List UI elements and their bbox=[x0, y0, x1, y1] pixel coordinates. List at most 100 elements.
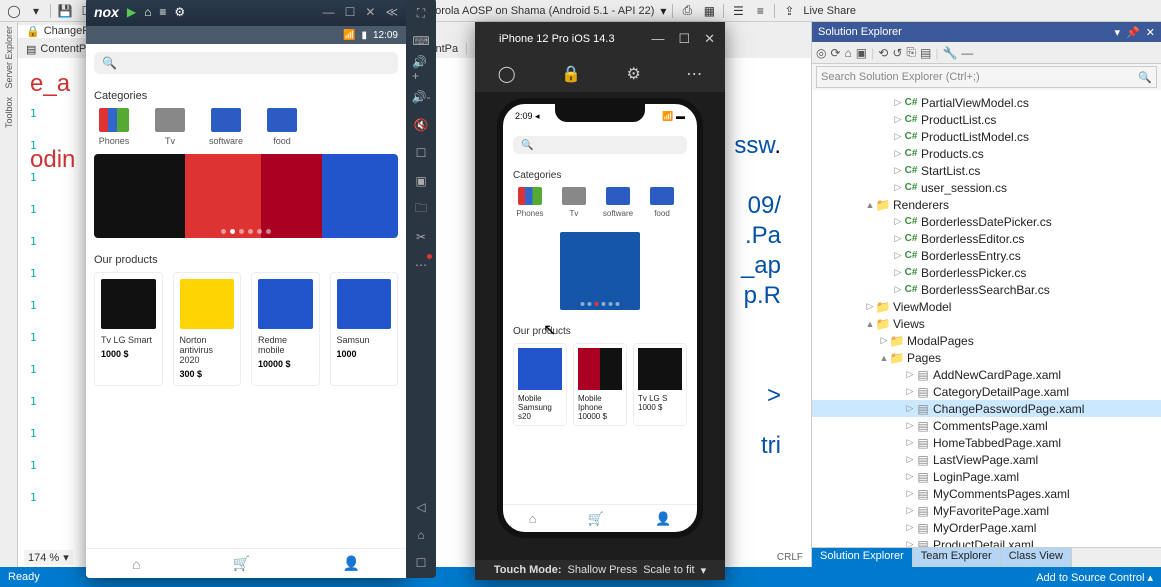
tree-item[interactable]: ▷C#BorderlessPicker.cs bbox=[812, 264, 1161, 281]
close-icon[interactable]: ✕ bbox=[1146, 26, 1155, 39]
category-item[interactable]: Phones bbox=[513, 187, 547, 218]
home-icon[interactable]: ⌂ bbox=[412, 526, 430, 544]
volume-up-icon[interactable]: 🔊+ bbox=[412, 60, 430, 78]
solex-tree[interactable]: ▷C#PartialViewModel.cs▷C#ProductList.cs▷… bbox=[812, 90, 1161, 547]
tree-item[interactable]: ▷C#user_session.cs bbox=[812, 179, 1161, 196]
product-card[interactable]: Norton antivirus 2020300 $ bbox=[173, 272, 242, 386]
product-card[interactable]: Mobile Iphone10000 $ bbox=[573, 343, 627, 426]
home-icon[interactable]: ◎ bbox=[816, 46, 826, 60]
tool-icon[interactable]: ≡ bbox=[752, 3, 768, 19]
tree-item[interactable]: ▷C#ProductList.cs bbox=[812, 111, 1161, 128]
sync-icon[interactable]: ⟲ bbox=[878, 46, 888, 60]
tab-server-explorer[interactable]: Server Explorer bbox=[4, 26, 14, 89]
pin-icon[interactable]: 📌 bbox=[1126, 26, 1140, 39]
tree-item[interactable]: ▷C#PartialViewModel.cs bbox=[812, 94, 1161, 111]
tool-icon[interactable]: ▦ bbox=[701, 3, 717, 19]
menu-icon[interactable]: ≡ bbox=[159, 5, 166, 19]
nox-titlebar[interactable]: nox ▶ ⌂ ≡ ⚙ — ☐ ✕ ≪ bbox=[86, 0, 406, 26]
product-card[interactable]: Samsun1000 bbox=[330, 272, 399, 386]
tree-item[interactable]: ▷▤LoginPage.xaml bbox=[812, 468, 1161, 485]
liveshare-label[interactable]: Live Share bbox=[803, 5, 856, 17]
solex-search[interactable]: Search Solution Explorer (Ctrl+;) 🔍 bbox=[816, 66, 1157, 88]
target-device[interactable]: Motorola AOSP on Shama (Android 5.1 - AP… bbox=[417, 5, 655, 17]
mute-icon[interactable]: 🔇 bbox=[412, 116, 430, 134]
nav-cart-icon[interactable]: 🛒 bbox=[233, 555, 250, 572]
nav-user-icon[interactable]: 👤 bbox=[655, 511, 671, 527]
category-item[interactable]: software bbox=[601, 187, 635, 218]
display-icon[interactable]: ☐ bbox=[412, 144, 430, 162]
nav-home-icon[interactable]: ⌂ bbox=[132, 556, 140, 572]
crlf-label[interactable]: CRLF bbox=[777, 550, 803, 565]
product-card[interactable]: Mobile Samsung s20 bbox=[513, 343, 567, 426]
tab-toolbox[interactable]: Toolbox bbox=[4, 97, 14, 128]
home-icon[interactable]: ▣ bbox=[856, 46, 867, 60]
maximize-icon[interactable]: ☐ bbox=[678, 31, 690, 47]
recents-icon[interactable]: ☐ bbox=[412, 554, 430, 572]
tree-item[interactable]: ▷C#StartList.cs bbox=[812, 162, 1161, 179]
fullscreen-icon[interactable]: ⛶ bbox=[412, 4, 430, 22]
tree-item[interactable]: ▷▤CategoryDetailPage.xaml bbox=[812, 383, 1161, 400]
tree-item[interactable]: ▷▤MyFavoritePage.xaml bbox=[812, 502, 1161, 519]
search-input[interactable]: 🔍 bbox=[513, 136, 687, 154]
tree-item[interactable]: ▷C#Products.cs bbox=[812, 145, 1161, 162]
nav-cart-icon[interactable]: 🛒 bbox=[588, 511, 604, 527]
promo-banner[interactable] bbox=[560, 232, 640, 310]
back-icon[interactable]: ◁ bbox=[412, 498, 430, 516]
category-item[interactable]: Tv bbox=[557, 187, 591, 218]
tree-item[interactable]: ▷▤ProductDetail.xaml bbox=[812, 536, 1161, 547]
tab-team-explorer[interactable]: Team Explorer bbox=[913, 548, 1001, 567]
more-icon[interactable]: ⋯ bbox=[412, 256, 430, 274]
volume-down-icon[interactable]: 🔊- bbox=[412, 88, 430, 106]
folder-icon[interactable]: 🗀 bbox=[412, 200, 430, 218]
nav-fwd-icon[interactable]: ▾ bbox=[28, 3, 44, 19]
tree-item[interactable]: ▷📁ModalPages bbox=[812, 332, 1161, 349]
home-icon[interactable]: ⟳ bbox=[830, 46, 840, 60]
home-button-icon[interactable]: ◯ bbox=[498, 64, 516, 84]
tool-icon[interactable]: ⎘ bbox=[906, 45, 916, 60]
home-icon[interactable]: ⌂ bbox=[144, 5, 151, 19]
status-source-control[interactable]: Add to Source Control ▴ bbox=[1036, 571, 1153, 584]
category-item[interactable]: food bbox=[262, 108, 302, 146]
tool-icon[interactable]: ☰ bbox=[730, 3, 746, 19]
tree-item[interactable]: ▲📁Views bbox=[812, 315, 1161, 332]
tree-item[interactable]: ▷C#ProductListModel.cs bbox=[812, 128, 1161, 145]
category-item[interactable]: food bbox=[645, 187, 679, 218]
collapse-icon[interactable]: ≪ bbox=[385, 5, 398, 19]
maximize-icon[interactable]: ☐ bbox=[345, 5, 356, 19]
tab-class-view[interactable]: Class View bbox=[1001, 548, 1072, 567]
category-item[interactable]: software bbox=[206, 108, 246, 146]
tree-item[interactable]: ▷▤MyOrderPage.xaml bbox=[812, 519, 1161, 536]
tab-solution-explorer[interactable]: Solution Explorer bbox=[812, 548, 913, 567]
category-item[interactable]: Phones bbox=[94, 108, 134, 146]
minimize-icon[interactable]: — bbox=[651, 31, 664, 47]
play-store-icon[interactable]: ▶ bbox=[127, 5, 136, 19]
tree-item[interactable]: ▷📁ViewModel bbox=[812, 298, 1161, 315]
nav-user-icon[interactable]: 👤 bbox=[342, 555, 359, 572]
more-icon[interactable]: ⋯ bbox=[686, 64, 702, 84]
wrench-icon[interactable]: 🔧 bbox=[942, 46, 957, 60]
tree-item[interactable]: ▷▤HomeTabbedPage.xaml bbox=[812, 434, 1161, 451]
close-icon[interactable]: ✕ bbox=[365, 5, 375, 19]
product-card[interactable]: Tv LG Smart1000 $ bbox=[94, 272, 163, 386]
keyboard-icon[interactable]: ⌨ bbox=[412, 32, 430, 50]
gear-icon[interactable]: ⚙ bbox=[174, 5, 185, 19]
apk-icon[interactable]: ▣ bbox=[412, 172, 430, 190]
tree-item[interactable]: ▷▤CommentsPage.xaml bbox=[812, 417, 1161, 434]
close-icon[interactable]: ✕ bbox=[704, 31, 715, 47]
tool-icon[interactable]: ⎙ bbox=[679, 3, 695, 19]
tree-item[interactable]: ▷C#BorderlessEntry.cs bbox=[812, 247, 1161, 264]
tree-item[interactable]: ▷C#BorderlessSearchBar.cs bbox=[812, 281, 1161, 298]
home-icon[interactable]: ⌂ bbox=[845, 46, 852, 60]
category-item[interactable]: Tv bbox=[150, 108, 190, 146]
minimize-icon[interactable]: — bbox=[323, 5, 335, 19]
ios-titlebar[interactable]: iPhone 12 Pro iOS 14.3 — ☐ ✕ bbox=[475, 22, 725, 56]
tree-item[interactable]: ▷▤LastViewPage.xaml bbox=[812, 451, 1161, 468]
tree-item[interactable]: ▷▤MyCommentsPages.xaml bbox=[812, 485, 1161, 502]
tree-item[interactable]: ▷C#BorderlessDatePicker.cs bbox=[812, 213, 1161, 230]
product-card[interactable]: Tv LG S1000 $ bbox=[633, 343, 687, 426]
tree-item[interactable]: ▲📁Renderers bbox=[812, 196, 1161, 213]
nav-back-icon[interactable]: ◯ bbox=[6, 3, 22, 19]
search-input[interactable]: 🔍 bbox=[94, 52, 398, 74]
tool-icon[interactable]: ▤ bbox=[920, 46, 931, 60]
tree-item[interactable]: ▷C#BorderlessEditor.cs bbox=[812, 230, 1161, 247]
